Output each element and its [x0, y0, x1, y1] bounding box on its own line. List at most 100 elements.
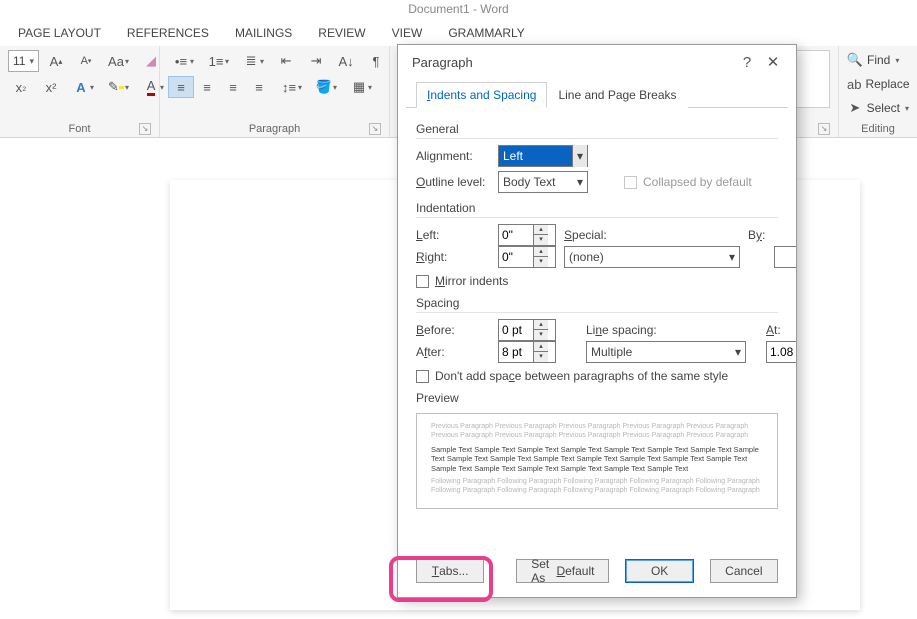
spin-down-icon[interactable]: ▾ [534, 352, 548, 362]
line-spacing-combo[interactable]: Multiple ▾ [586, 341, 746, 363]
indent-right-label: Right: [416, 250, 490, 264]
align-center-button[interactable]: ≡ [194, 76, 220, 98]
sort-button[interactable]: A↓ [333, 50, 359, 72]
spin-up-icon[interactable]: ▴ [534, 247, 548, 257]
show-marks-button[interactable]: ¶ [363, 50, 389, 72]
shading-button[interactable]: 🪣▾ [311, 76, 342, 98]
indent-left-label: Left: [416, 228, 490, 242]
highlight-button[interactable]: ✎▾ [103, 76, 134, 98]
multilevel-icon: ≣ [243, 53, 259, 69]
collapsed-checkbox: Collapsed by default [624, 175, 778, 189]
multilevel-button[interactable]: ≣▾ [238, 50, 269, 72]
indent-left-spin[interactable]: ▴▾ [498, 224, 556, 246]
by-label: By: [748, 228, 766, 242]
by-input[interactable] [775, 247, 796, 267]
decrease-indent-button[interactable]: ⇤ [273, 50, 299, 72]
help-button[interactable]: ? [734, 54, 760, 71]
replace-button[interactable]: abReplace [847, 74, 909, 94]
borders-button[interactable]: ▦▾ [346, 76, 377, 98]
ribbon-tab-view[interactable]: VIEW [392, 26, 423, 40]
indent-left-input[interactable] [499, 225, 533, 245]
set-default-button[interactable]: Set As Default [516, 559, 609, 583]
superscript-icon: x² [43, 79, 59, 95]
outline-combo[interactable]: Body Text ▾ [498, 171, 588, 193]
select-label: Select [867, 101, 900, 115]
find-label: Find [867, 53, 890, 67]
alignment-combo[interactable]: Left ▾ [498, 145, 588, 167]
preview-following: Following Paragraph Following Paragraph … [431, 477, 763, 496]
spin-up-icon[interactable]: ▴ [534, 320, 548, 330]
indent-icon: ⇥ [308, 53, 324, 69]
styles-dialog-launcher[interactable]: ↘ [818, 123, 830, 135]
spin-down-icon[interactable]: ▾ [534, 257, 548, 267]
preview-previous: Previous Paragraph Previous Paragraph Pr… [431, 422, 763, 441]
spin-up-icon[interactable]: ▴ [534, 342, 548, 352]
chevron-down-icon: ▾ [735, 345, 741, 359]
section-general: General [416, 122, 778, 139]
dialog-footer: Tabs... Set As Default OK Cancel [398, 551, 796, 597]
font-color-icon: A [143, 79, 159, 95]
select-button[interactable]: ➤Select▾ [847, 98, 909, 118]
bullets-button[interactable]: •≡▾ [168, 50, 199, 72]
ok-button[interactable]: OK [625, 559, 693, 583]
before-spin[interactable]: ▴▾ [498, 319, 556, 341]
indent-right-spin[interactable]: ▴▾ [498, 246, 556, 268]
before-input[interactable] [499, 320, 533, 340]
paragraph-dialog-launcher[interactable]: ↘ [369, 123, 381, 135]
justify-button[interactable]: ≡ [246, 76, 272, 98]
spin-down-icon[interactable]: ▾ [534, 235, 548, 245]
outline-label: Outline level: [416, 175, 490, 189]
special-label: Special: [564, 228, 622, 242]
at-spin[interactable]: ▴▾ [766, 341, 796, 363]
subscript-button[interactable]: x₂ [8, 76, 34, 98]
tab-indents-spacing[interactable]: Indents and Spacing [416, 82, 547, 108]
at-input[interactable] [767, 342, 796, 362]
change-case-icon: Aa [108, 53, 124, 69]
font-size-combo[interactable]: 11 ▾ [8, 50, 39, 72]
dont-add-space-checkbox[interactable]: Don't add space between paragraphs of th… [416, 369, 778, 383]
borders-icon: ▦ [351, 79, 367, 95]
ribbon-tab-page-layout[interactable]: PAGE LAYOUT [18, 26, 101, 40]
close-button[interactable]: ✕ [760, 53, 786, 71]
line-spacing-button[interactable]: ↕≡▾ [276, 76, 307, 98]
align-right-button[interactable]: ≡ [220, 76, 246, 98]
font-dialog-launcher[interactable]: ↘ [139, 123, 151, 135]
after-spin[interactable]: ▴▾ [498, 341, 556, 363]
ribbon-tab-review[interactable]: REVIEW [318, 26, 365, 40]
find-button[interactable]: 🔍Find▾ [847, 50, 909, 70]
paragraph-dialog: Paragraph ? ✕ Indents and Spacing Line a… [397, 44, 797, 598]
dialog-title-bar[interactable]: Paragraph ? ✕ [398, 45, 796, 79]
ribbon-tab-references[interactable]: REFERENCES [127, 26, 209, 40]
chevron-down-icon: ▾ [577, 175, 583, 189]
spin-up-icon[interactable]: ▴ [534, 225, 548, 235]
font-group-label: Font ↘ [8, 121, 151, 135]
tabs-button[interactable]: Tabs... [416, 559, 484, 583]
align-left-button[interactable]: ≡ [168, 76, 194, 98]
superscript-button[interactable]: x² [38, 76, 64, 98]
tab-line-breaks[interactable]: Line and Page Breaks [547, 82, 687, 108]
font-group: 11 ▾ A▴ A▾ Aa▾ ◢ x₂ x² A▾ ✎▾ A▾ Font ↘ [0, 46, 160, 137]
ribbon-tab-mailings[interactable]: MAILINGS [235, 26, 292, 40]
shrink-font-button[interactable]: A▾ [73, 50, 99, 72]
ribbon-tab-grammarly[interactable]: GRAMMARLY [448, 26, 524, 40]
mirror-label: Mirror indents [435, 274, 508, 288]
text-effects-button[interactable]: A▾ [68, 76, 99, 98]
after-label: After: [416, 345, 490, 359]
special-combo[interactable]: (none) ▾ [564, 246, 740, 268]
spin-down-icon[interactable]: ▾ [534, 330, 548, 340]
text-effects-icon: A [73, 79, 89, 95]
change-case-button[interactable]: Aa▾ [103, 50, 134, 72]
highlight-icon: ✎ [108, 79, 124, 95]
numbering-button[interactable]: 1≡▾ [203, 50, 234, 72]
ribbon-tab-strip: PAGE LAYOUT REFERENCES MAILINGS REVIEW V… [0, 22, 917, 46]
alignment-value: Left [503, 149, 523, 163]
dialog-title: Paragraph [412, 55, 473, 70]
by-spin[interactable]: ▴▾ [774, 246, 796, 268]
indent-right-input[interactable] [499, 247, 533, 267]
grow-font-button[interactable]: A▴ [43, 50, 69, 72]
after-input[interactable] [499, 342, 533, 362]
mirror-indents-checkbox[interactable]: Mirror indents [416, 274, 778, 288]
cancel-button[interactable]: Cancel [710, 559, 778, 583]
increase-indent-button[interactable]: ⇥ [303, 50, 329, 72]
pilcrow-icon: ¶ [368, 53, 384, 69]
